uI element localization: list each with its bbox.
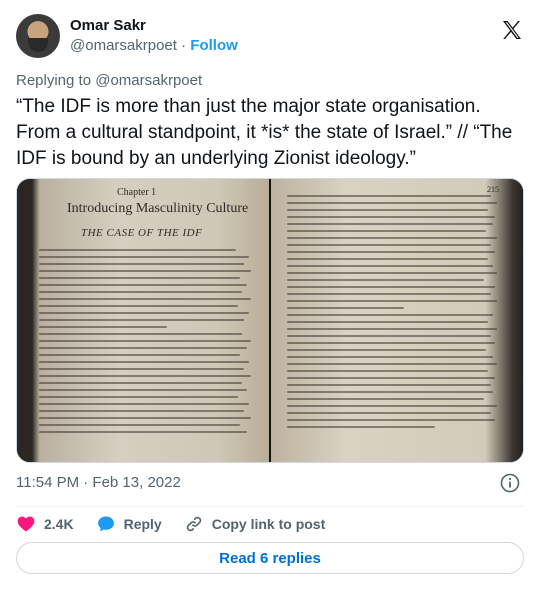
tweet-timestamp[interactable]: 11:54 PM · Feb 13, 2022: [16, 474, 181, 491]
x-logo-icon[interactable]: [500, 18, 524, 42]
book-page-photo-right[interactable]: 215: [271, 179, 523, 462]
author-handle-row: @omarsakrpoet · Follow: [70, 36, 238, 56]
read-replies-button[interactable]: Read 6 replies: [16, 542, 524, 574]
tweet-media[interactable]: Chapter 1 Introducing Masculinity Cultur…: [16, 178, 524, 463]
avatar[interactable]: [16, 14, 60, 58]
follow-button[interactable]: Follow: [190, 37, 238, 54]
like-count: 2.4K: [44, 516, 74, 532]
tweet-text: “The IDF is more than just the major sta…: [16, 96, 513, 169]
like-button[interactable]: 2.4K: [16, 514, 74, 534]
book-chapter-label: Chapter 1: [117, 187, 157, 198]
copy-link-button[interactable]: Copy link to post: [184, 514, 326, 534]
reply-label: Reply: [123, 516, 162, 532]
reply-bubble-icon: [97, 516, 114, 532]
book-subheading: THE CASE OF THE IDF: [81, 227, 203, 239]
divider: [16, 506, 524, 507]
tweet-card: Omar Sakr @omarsakrpoet · Follow Replyin…: [0, 0, 540, 589]
user-info: Omar Sakr @omarsakrpoet · Follow: [70, 16, 238, 56]
tweet-actions: 2.4K Reply Copy link to post: [16, 512, 347, 536]
link-icon: [186, 516, 201, 532]
book-page-photo-left[interactable]: Chapter 1 Introducing Masculinity Cultur…: [17, 179, 269, 462]
reply-context[interactable]: Replying to @omarsakrpoet: [16, 72, 202, 89]
separator: ·: [181, 37, 187, 54]
book-page-number: 215: [487, 185, 499, 194]
author-name[interactable]: Omar Sakr: [70, 16, 238, 36]
heart-icon: [17, 516, 35, 532]
tweet-header: Omar Sakr @omarsakrpoet · Follow: [16, 12, 524, 60]
info-icon[interactable]: [500, 473, 520, 493]
book-chapter-title: Introducing Masculinity Culture: [67, 201, 249, 216]
copy-link-label: Copy link to post: [211, 516, 326, 532]
book-text-lines-right: [287, 195, 499, 433]
book-text-lines-left: [39, 249, 253, 438]
author-handle[interactable]: @omarsakrpoet: [70, 37, 177, 54]
reply-button[interactable]: Reply: [96, 514, 162, 534]
